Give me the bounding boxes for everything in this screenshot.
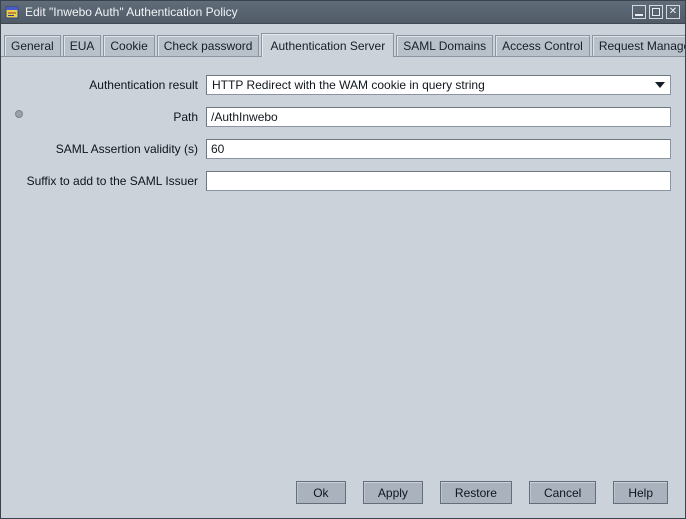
close-icon[interactable] <box>666 5 680 19</box>
cancel-button[interactable]: Cancel <box>529 481 596 504</box>
saml-issuer-suffix-label: Suffix to add to the SAML Issuer <box>1 174 206 188</box>
row-saml-validity: SAML Assertion validity (s) <box>1 139 671 159</box>
app-icon <box>5 5 20 20</box>
path-label: Path <box>1 110 206 124</box>
tab-access-control[interactable]: Access Control <box>495 35 590 56</box>
ok-button[interactable]: Ok <box>296 481 346 504</box>
dialog-button-row: Ok Apply Restore Cancel Help <box>296 481 668 504</box>
tab-eua[interactable]: EUA <box>63 35 102 56</box>
authentication-result-label: Authentication result <box>1 78 206 92</box>
authentication-result-select[interactable]: HTTP Redirect with the WAM cookie in que… <box>206 75 671 95</box>
tab-saml-domains[interactable]: SAML Domains <box>396 35 493 56</box>
row-saml-issuer-suffix: Suffix to add to the SAML Issuer <box>1 171 671 191</box>
path-input[interactable] <box>206 107 671 127</box>
window-title: Edit "Inwebo Auth" Authentication Policy <box>25 5 238 19</box>
titlebar[interactable]: Edit "Inwebo Auth" Authentication Policy <box>1 1 685 24</box>
authentication-result-value: HTTP Redirect with the WAM cookie in que… <box>212 78 485 92</box>
apply-button[interactable]: Apply <box>363 481 423 504</box>
help-button[interactable]: Help <box>613 481 668 504</box>
tab-request-manager[interactable]: Request Manager <box>592 35 686 56</box>
tab-cookie[interactable]: Cookie <box>103 35 154 56</box>
tab-general[interactable]: General <box>4 35 61 56</box>
window-controls <box>632 5 680 19</box>
maximize-icon[interactable] <box>649 5 663 19</box>
row-authentication-result: Authentication result HTTP Redirect with… <box>1 75 671 95</box>
minimize-icon[interactable] <box>632 5 646 19</box>
status-bullet-icon <box>15 110 23 118</box>
form-panel: Authentication result HTTP Redirect with… <box>1 57 685 191</box>
tab-bar: General EUA Cookie Check password Authen… <box>1 24 685 57</box>
row-path: Path <box>1 107 671 127</box>
tab-check-password[interactable]: Check password <box>157 35 260 56</box>
tab-authentication-server[interactable]: Authentication Server <box>261 33 394 57</box>
chevron-down-icon[interactable] <box>655 82 665 88</box>
saml-validity-input[interactable] <box>206 139 671 159</box>
saml-validity-label: SAML Assertion validity (s) <box>1 142 206 156</box>
saml-issuer-suffix-input[interactable] <box>206 171 671 191</box>
restore-button[interactable]: Restore <box>440 481 512 504</box>
dialog-window: Edit "Inwebo Auth" Authentication Policy… <box>0 0 686 519</box>
